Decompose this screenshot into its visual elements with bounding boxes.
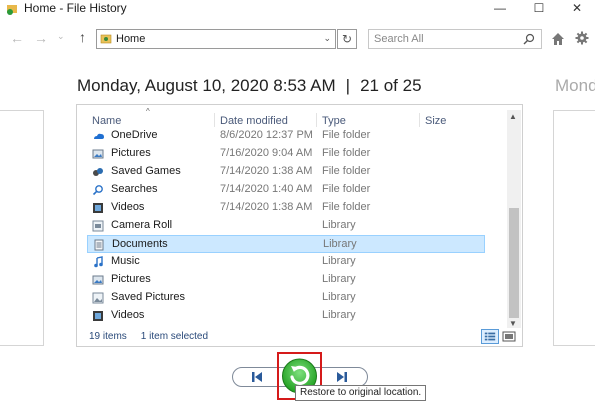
minimize-button[interactable]: — (480, 0, 520, 16)
item-count: 19 items (89, 331, 127, 342)
onedrive-icon (94, 133, 104, 139)
sort-indicator-icon: ^ (146, 107, 150, 116)
column-header-size[interactable]: Size (425, 115, 446, 127)
selection-count: 1 item selected (140, 331, 209, 342)
snapshot-date-line: Monday, August 10, 2020 8:53 AM | 21 of 25 (77, 76, 422, 96)
previous-snapshot-panel[interactable] (0, 110, 44, 346)
file-type: Library (322, 291, 356, 303)
file-name: Camera Roll (111, 219, 173, 231)
file-type: File folder (322, 183, 371, 195)
videos-library-icon (93, 311, 103, 321)
file-name: Music (111, 255, 140, 267)
file-name: Documents (112, 238, 168, 250)
file-row[interactable]: Pictures Library (87, 271, 485, 289)
search-box[interactable]: Search All (368, 29, 542, 49)
file-name: Videos (111, 309, 145, 321)
close-button[interactable]: ✕ (557, 0, 595, 16)
file-date-modified: 7/14/2020 1:38 AM (220, 165, 313, 177)
snapshot-date: Monday, August 10, 2020 8:53 AM (77, 76, 336, 95)
file-type: Library (322, 219, 356, 231)
recent-locations-dropdown[interactable]: ⌄ (57, 31, 65, 42)
music-library-icon (94, 256, 103, 268)
videos-folder-icon (93, 203, 103, 213)
previous-version-icon[interactable] (248, 368, 266, 386)
file-date-modified: 7/14/2020 1:38 AM (220, 201, 313, 213)
maximize-button[interactable]: ☐ (519, 0, 559, 16)
next-version-icon[interactable] (333, 368, 351, 386)
file-row[interactable]: Saved Games 7/14/2020 1:38 AM File folder (87, 163, 485, 181)
next-snapshot-panel[interactable] (553, 110, 595, 346)
home-icon (100, 34, 112, 44)
file-type: File folder (322, 129, 371, 141)
file-row[interactable]: Videos 7/14/2020 1:38 AM File folder (87, 199, 485, 217)
file-row[interactable]: Videos Library (87, 307, 485, 325)
window-title: Home - File History (24, 1, 127, 15)
up-button[interactable]: ↑ (79, 29, 86, 45)
navigation-bar: ← → ⌄ ↑ Home ⌄ ↻ Search All (0, 26, 595, 52)
forward-button[interactable]: → (34, 30, 48, 46)
file-row[interactable]: Camera Roll Library (87, 217, 485, 235)
refresh-button[interactable]: ↻ (337, 29, 357, 49)
file-name: OneDrive (111, 129, 158, 141)
file-name: Saved Games (111, 165, 181, 177)
column-header-name[interactable]: Name (92, 115, 121, 127)
vertical-scrollbar[interactable]: ▲ ▼ (507, 110, 521, 328)
file-row[interactable]: Music Library (87, 253, 485, 271)
file-name: Pictures (111, 273, 151, 285)
scroll-down-arrow-icon[interactable]: ▼ (509, 319, 517, 328)
column-header-type[interactable]: Type (322, 115, 346, 127)
file-name: Pictures (111, 147, 151, 159)
searches-icon (92, 185, 103, 196)
file-type: Library (322, 255, 356, 267)
back-button[interactable]: ← (10, 30, 24, 46)
file-row[interactable]: Documents Library (87, 235, 485, 253)
file-row[interactable]: Saved Pictures Library (87, 289, 485, 307)
file-type: File folder (322, 201, 371, 213)
file-row[interactable]: Searches 7/14/2020 1:40 AM File folder (87, 181, 485, 199)
snapshot-separator: | (345, 76, 351, 95)
details-view-icon[interactable] (481, 329, 499, 344)
address-text: Home (116, 33, 146, 45)
column-divider[interactable] (316, 113, 317, 127)
gear-icon[interactable] (575, 31, 589, 45)
pictures-folder-icon (92, 149, 104, 159)
column-divider[interactable] (419, 113, 420, 127)
status-bar: 19 items 1 item selected (89, 331, 208, 342)
saved-pictures-library-icon (92, 292, 104, 304)
file-date-modified: 7/14/2020 1:40 AM (220, 183, 313, 195)
next-snapshot-date[interactable]: Mond (555, 76, 595, 96)
documents-library-icon (94, 239, 104, 251)
home-icon[interactable] (551, 32, 565, 46)
search-placeholder: Search All (374, 33, 424, 45)
file-type: File folder (322, 165, 371, 177)
scrollbar-thumb[interactable] (509, 208, 519, 318)
address-dropdown-icon[interactable]: ⌄ (323, 33, 331, 44)
file-row[interactable]: Pictures 7/16/2020 9:04 AM File folder (87, 145, 485, 163)
file-type: Library (322, 273, 356, 285)
pictures-library-icon (92, 275, 104, 285)
column-header-date-modified[interactable]: Date modified (220, 115, 288, 127)
restore-tooltip: Restore to original location. (295, 385, 427, 401)
file-type: File folder (322, 147, 371, 159)
file-name: Videos (111, 201, 145, 213)
file-row[interactable]: OneDrive 8/6/2020 12:37 PM File folder (87, 127, 485, 145)
large-icons-view-icon[interactable] (502, 330, 516, 343)
address-bar[interactable]: Home ⌄ (96, 29, 336, 49)
title-bar: Home - File History — ☐ ✕ (0, 0, 595, 18)
search-icon (523, 33, 535, 45)
saved-games-icon (93, 168, 103, 176)
camera-roll-library-icon (92, 220, 104, 232)
scroll-up-arrow-icon[interactable]: ▲ (509, 112, 517, 121)
file-name: Saved Pictures (111, 291, 185, 303)
file-type: Library (322, 309, 356, 321)
file-type: Library (323, 238, 357, 250)
column-divider[interactable] (214, 113, 215, 127)
snapshot-position: 21 of 25 (360, 76, 422, 95)
file-history-app-icon (7, 5, 17, 15)
file-date-modified: 8/6/2020 12:37 PM (220, 129, 313, 141)
file-list-panel: ^ Name Date modified Type Size OneDrive 8… (76, 104, 523, 347)
file-name: Searches (111, 183, 158, 195)
file-date-modified: 7/16/2020 9:04 AM (220, 147, 313, 159)
